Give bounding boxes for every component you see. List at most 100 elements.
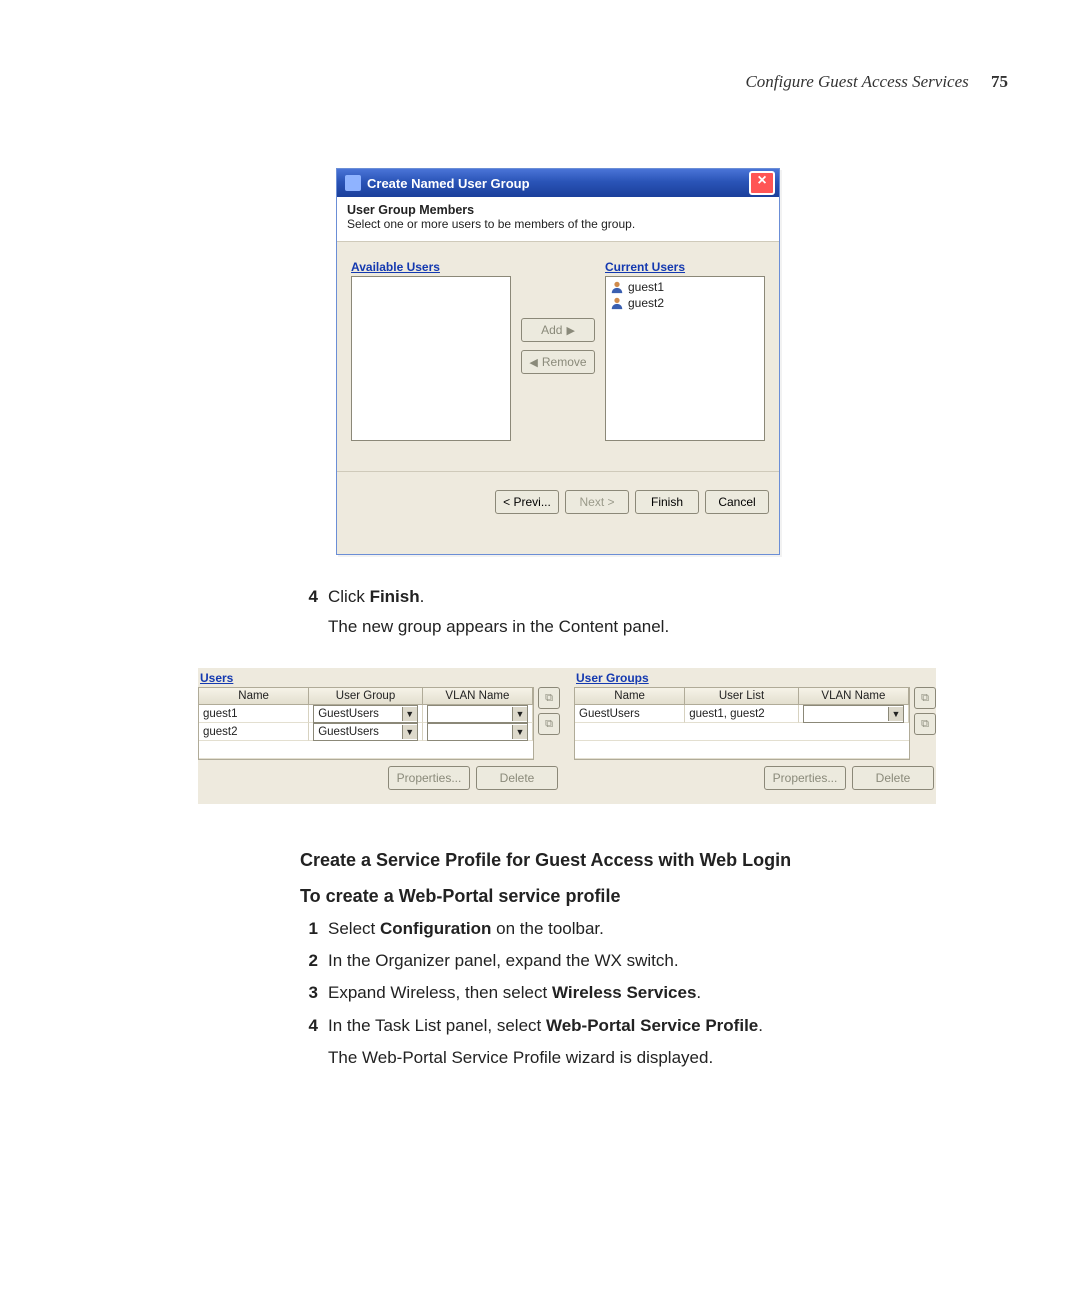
section-title: User Group Members bbox=[347, 203, 769, 217]
running-head-text: Configure Guest Access Services bbox=[745, 72, 968, 91]
vlan-combo[interactable]: ▼ bbox=[427, 723, 528, 741]
dialog-titlebar[interactable]: Create Named User Group × bbox=[337, 169, 779, 197]
content-panel: Users Name User Group VLAN Name guest1 G… bbox=[198, 668, 936, 804]
add-button-label: Add bbox=[541, 323, 562, 337]
cell-name: GuestUsers bbox=[575, 705, 685, 723]
cell-name: guest1 bbox=[199, 705, 309, 723]
heading: Create a Service Profile for Guest Acces… bbox=[300, 846, 970, 876]
cell-vlan[interactable]: ▼ bbox=[423, 705, 533, 723]
groups-table[interactable]: Name User List VLAN Name GuestUsers gues… bbox=[574, 687, 910, 760]
finish-button[interactable]: Finish bbox=[635, 490, 699, 514]
dialog-title: Create Named User Group bbox=[367, 176, 749, 191]
create-user-group-dialog: Create Named User Group × User Group Mem… bbox=[336, 168, 780, 555]
step-text: Click Finish. bbox=[328, 584, 424, 610]
chevron-down-icon[interactable]: ▼ bbox=[512, 725, 527, 739]
empty-row bbox=[575, 741, 909, 759]
available-users-column: Available Users bbox=[351, 260, 511, 441]
available-users-label: Available Users bbox=[351, 260, 511, 274]
text: Expand Wireless, then select bbox=[328, 983, 552, 1002]
step-number: 2 bbox=[300, 947, 318, 975]
list-item[interactable]: guest1 bbox=[610, 279, 760, 295]
list-item-label: guest2 bbox=[628, 296, 664, 310]
cell-group[interactable]: GuestUsers▼ bbox=[309, 705, 423, 723]
remove-button[interactable]: ◀ Remove bbox=[521, 350, 595, 374]
text: Select bbox=[328, 919, 380, 938]
groups-label: User Groups bbox=[574, 668, 936, 687]
vlan-combo[interactable]: ▼ bbox=[427, 705, 528, 723]
cell-userlist: guest1, guest2 bbox=[685, 705, 799, 723]
col-header[interactable]: Name bbox=[199, 688, 309, 705]
cell-group[interactable]: GuestUsers▼ bbox=[309, 723, 423, 741]
chevron-down-icon[interactable]: ▼ bbox=[402, 707, 417, 721]
section-description: Select one or more users to be members o… bbox=[347, 217, 769, 231]
cancel-button[interactable]: Cancel bbox=[705, 490, 769, 514]
app-icon bbox=[345, 175, 361, 191]
col-header[interactable]: User List bbox=[685, 688, 799, 705]
vlan-combo[interactable]: ▼ bbox=[803, 705, 904, 723]
instruction-block-a: 4 Click Finish. The new group appears in… bbox=[300, 580, 950, 641]
text: . bbox=[758, 1016, 763, 1035]
copy-icon[interactable]: ⧉ bbox=[538, 713, 560, 735]
step-text: Expand Wireless, then select Wireless Se… bbox=[328, 979, 701, 1007]
add-button[interactable]: Add ▶ bbox=[521, 318, 595, 342]
group-combo[interactable]: GuestUsers▼ bbox=[313, 705, 418, 723]
users-label: Users bbox=[198, 668, 560, 687]
group-combo[interactable]: GuestUsers▼ bbox=[313, 723, 418, 741]
next-button[interactable]: Next > bbox=[565, 490, 629, 514]
remove-button-label: Remove bbox=[542, 355, 587, 369]
table-row[interactable]: guest1 GuestUsers▼ ▼ bbox=[199, 705, 533, 723]
subheading: To create a Web-Portal service profile bbox=[300, 882, 970, 912]
dialog-header-area: User Group Members Select one or more us… bbox=[337, 197, 779, 242]
step-result: The new group appears in the Content pan… bbox=[328, 614, 950, 640]
copy-icon[interactable]: ⧉ bbox=[914, 687, 936, 709]
separator bbox=[337, 471, 779, 472]
properties-button[interactable]: Properties... bbox=[388, 766, 470, 790]
text: Click bbox=[328, 587, 370, 606]
arrow-left-icon: ◀ bbox=[529, 356, 537, 369]
available-users-list[interactable] bbox=[351, 276, 511, 441]
previous-button[interactable]: < Previ... bbox=[495, 490, 559, 514]
copy-icon[interactable]: ⧉ bbox=[914, 713, 936, 735]
table-row[interactable]: GuestUsers guest1, guest2 ▼ bbox=[575, 705, 909, 723]
chevron-down-icon[interactable]: ▼ bbox=[402, 725, 417, 739]
current-users-list[interactable]: guest1 guest2 bbox=[605, 276, 765, 441]
transfer-buttons: Add ▶ ◀ Remove bbox=[521, 318, 595, 374]
col-header[interactable]: VLAN Name bbox=[799, 688, 909, 705]
step-text: In the Organizer panel, expand the WX sw… bbox=[328, 947, 679, 975]
text: . bbox=[696, 983, 701, 1002]
step-text: Select Configuration on the toolbar. bbox=[328, 915, 604, 943]
close-icon[interactable]: × bbox=[749, 171, 775, 195]
copy-icon[interactable]: ⧉ bbox=[538, 687, 560, 709]
chevron-down-icon[interactable]: ▼ bbox=[888, 707, 903, 721]
chevron-down-icon[interactable]: ▼ bbox=[512, 707, 527, 721]
delete-button[interactable]: Delete bbox=[852, 766, 934, 790]
text: on the toolbar. bbox=[491, 919, 603, 938]
step-number: 4 bbox=[300, 1012, 318, 1040]
col-header[interactable]: User Group bbox=[309, 688, 423, 705]
page-number: 75 bbox=[991, 72, 1008, 91]
list-item[interactable]: guest2 bbox=[610, 295, 760, 311]
delete-button[interactable]: Delete bbox=[476, 766, 558, 790]
text: . bbox=[420, 587, 425, 606]
dialog-body: Available Users Add ▶ ◀ Remove Current U… bbox=[337, 242, 779, 482]
properties-button[interactable]: Properties... bbox=[764, 766, 846, 790]
table-row[interactable]: guest2 GuestUsers▼ ▼ bbox=[199, 723, 533, 741]
user-icon bbox=[610, 296, 624, 310]
empty-row bbox=[575, 723, 909, 741]
arrow-right-icon: ▶ bbox=[566, 324, 574, 337]
col-header[interactable]: VLAN Name bbox=[423, 688, 533, 705]
text: In the Task List panel, select bbox=[328, 1016, 546, 1035]
list-item-label: guest1 bbox=[628, 280, 664, 294]
dialog-footer: < Previ... Next > Finish Cancel bbox=[337, 482, 779, 522]
cell-name: guest2 bbox=[199, 723, 309, 741]
instruction-block-b: Create a Service Profile for Guest Acces… bbox=[300, 840, 970, 1072]
users-side-buttons: ⧉ ⧉ bbox=[538, 687, 560, 760]
col-header[interactable]: Name bbox=[575, 688, 685, 705]
users-table[interactable]: Name User Group VLAN Name guest1 GuestUs… bbox=[198, 687, 534, 760]
cell-vlan[interactable]: ▼ bbox=[799, 705, 909, 723]
cell-vlan[interactable]: ▼ bbox=[423, 723, 533, 741]
step-number: 4 bbox=[300, 584, 318, 610]
text-bold: Wireless Services bbox=[552, 983, 696, 1002]
user-icon bbox=[610, 280, 624, 294]
step-result: The Web-Portal Service Profile wizard is… bbox=[328, 1044, 970, 1072]
